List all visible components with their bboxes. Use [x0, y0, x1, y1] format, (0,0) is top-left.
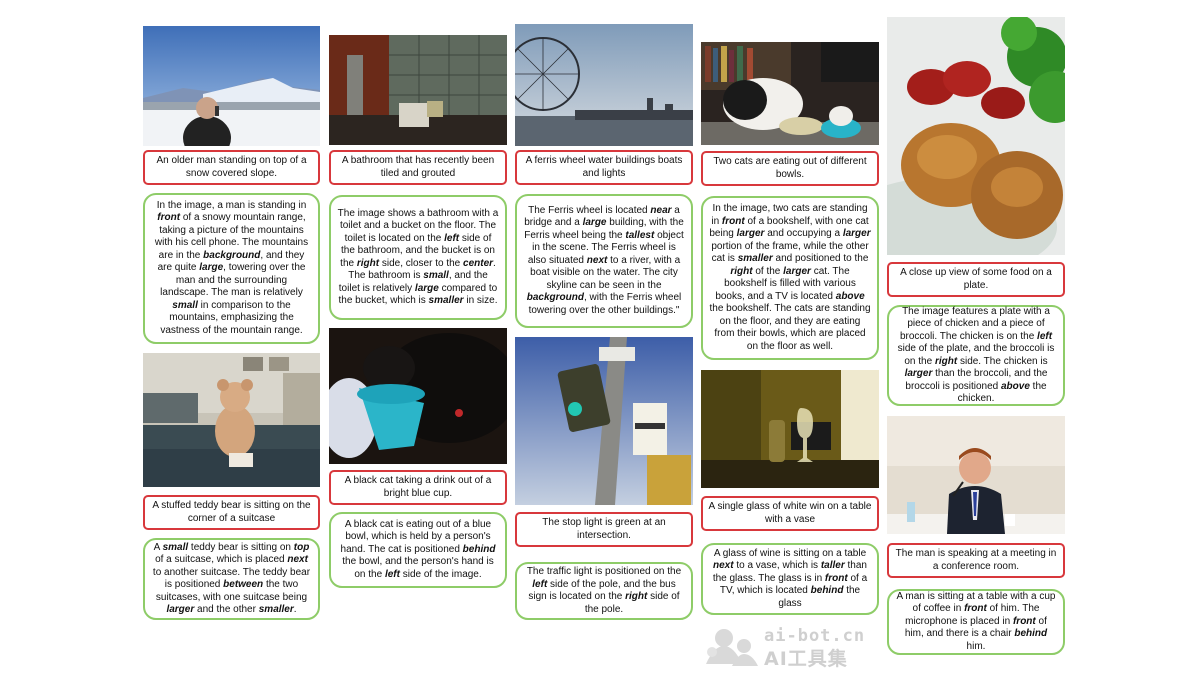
- caption-card: An older man standing on top of a snow c…: [143, 150, 320, 185]
- photo-teddy-bear-suitcase: [143, 353, 320, 487]
- watermark-name: AI工具集: [764, 648, 848, 670]
- photo-food-plate: [887, 17, 1065, 255]
- caption-card: A ferris wheel water buildings boats and…: [515, 150, 693, 185]
- watermark-domain: ai-bot.cn: [764, 626, 866, 646]
- photo-wine-glass-vase: [701, 370, 879, 488]
- caption-card: Two cats are eating out of different bow…: [701, 151, 879, 186]
- watermark: ai-bot.cn AI工具集: [702, 622, 882, 670]
- photo-traffic-light-pole: [515, 337, 693, 505]
- photo-two-cats-eating: [701, 42, 879, 145]
- watermark-logo-icon: [706, 629, 758, 666]
- description-card: A man is sitting at a table with a cup o…: [887, 589, 1065, 655]
- description-card: In the image, a man is standing in front…: [143, 193, 320, 344]
- caption-card: A close up view of some food on a plate.: [887, 262, 1065, 297]
- photo-ferris-wheel-river: [515, 24, 693, 146]
- photo-man-snowy-mountains: [143, 26, 320, 146]
- photo-bathroom-tiled: [329, 35, 507, 145]
- description-card: The image shows a bathroom with a toilet…: [329, 195, 507, 320]
- caption-card: A stuffed teddy bear is sitting on the c…: [143, 495, 320, 530]
- description-card: The image features a plate with a piece …: [887, 305, 1065, 406]
- caption-card: A bathroom that has recently been tiled …: [329, 150, 507, 185]
- caption-card: The stop light is green at an intersecti…: [515, 512, 693, 547]
- description-card: The traffic light is positioned on the l…: [515, 562, 693, 620]
- description-card: A glass of wine is sitting on a table ne…: [701, 543, 879, 615]
- caption-card: A black cat taking a drink out of a brig…: [329, 470, 507, 505]
- description-card: A small teddy bear is sitting on top of …: [143, 538, 320, 620]
- photo-black-cat-blue-cup: [329, 328, 507, 464]
- photo-man-speaking-conference: [887, 416, 1065, 534]
- description-card: The Ferris wheel is located near a bridg…: [515, 194, 693, 328]
- caption-card: A single glass of white win on a table w…: [701, 496, 879, 531]
- description-card: In the image, two cats are standing in f…: [701, 196, 879, 360]
- description-card: A black cat is eating out of a blue bowl…: [329, 512, 507, 588]
- caption-card: The man is speaking at a meeting in a co…: [887, 543, 1065, 578]
